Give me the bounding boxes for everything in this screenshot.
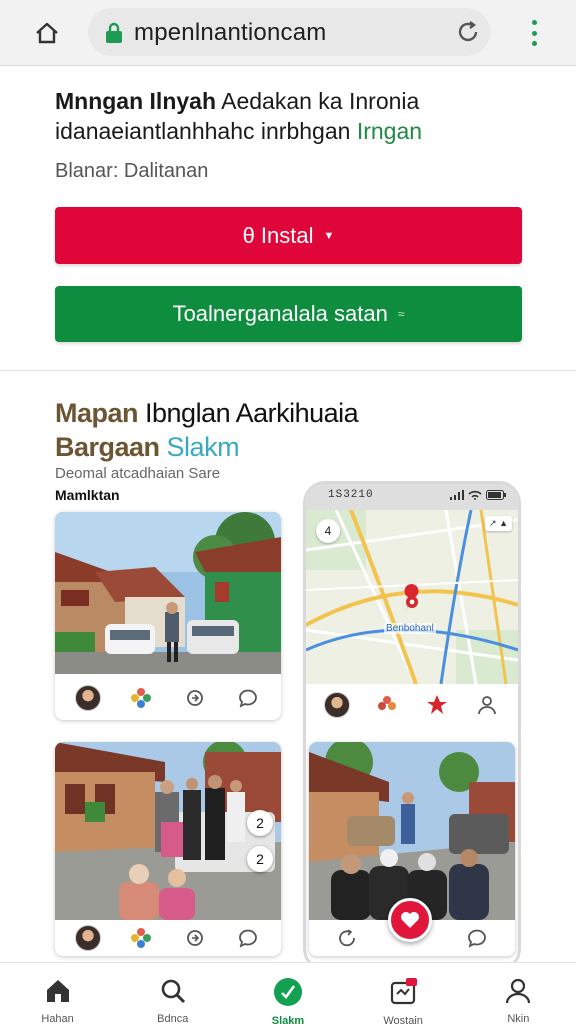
heart-icon [401, 912, 419, 928]
comment-icon[interactable] [235, 925, 261, 951]
nav-item-notifications[interactable]: Wostain [358, 963, 448, 1024]
headline-line2: idanaeiantlanhhahc inrbhgan [55, 118, 351, 144]
install-label: Instal [260, 222, 314, 248]
primary-suffix-icon: ≈ [397, 307, 405, 321]
share-icon[interactable] [182, 685, 208, 711]
nav-item-search[interactable]: Bdnca [128, 963, 218, 1024]
headline-text: Aedakan ka Inronia [216, 88, 420, 114]
overflow-menu-icon[interactable] [524, 18, 544, 48]
nav-label: Nkin [507, 1013, 530, 1024]
signal-icon [450, 490, 464, 500]
map-count-badge[interactable]: 4 [316, 519, 340, 543]
map-view[interactable]: 4 ↗ ▲ Benbohanl [306, 510, 518, 684]
nav-label: Bdnca [157, 1013, 189, 1024]
status-icons [450, 490, 506, 500]
street-photo [55, 512, 281, 674]
section-title-part2: Ibnglan Aarkihuaia [138, 398, 359, 428]
wifi-icon [468, 490, 482, 500]
phone-status-bar: 1S3210 [306, 484, 518, 510]
primary-label: Toalnerganalala satan [172, 301, 388, 326]
section-title: Mapan Ibnglan Aarkihuaia Bargaan Slakm [55, 396, 359, 464]
avatar[interactable] [324, 692, 350, 718]
section-title-part4: Slakm [159, 432, 240, 462]
reload-icon[interactable] [454, 18, 482, 46]
home-icon[interactable] [30, 16, 64, 50]
comment-icon[interactable] [464, 925, 490, 951]
browser-toolbar: mpenlnantioncam [0, 0, 576, 66]
section-divider [0, 370, 576, 371]
notification-icon [388, 977, 418, 1007]
home-icon [43, 977, 73, 1005]
address-bar[interactable]: mpenlnantioncam [88, 8, 490, 56]
refresh-icon[interactable] [334, 925, 360, 951]
section-title-part1: Mapan [55, 398, 139, 428]
comment-icon[interactable] [235, 685, 261, 711]
url-text[interactable]: mpenlnantioncam [134, 19, 326, 47]
page-headline: Mnngan Ilnyah Aedakan ka Inronia idanaei… [55, 86, 535, 146]
install-button[interactable]: θ Instal ▼ [55, 207, 522, 264]
battery-icon [486, 490, 506, 500]
photo-card[interactable] [55, 512, 281, 720]
headline-bold: Mnngan Ilnyah [55, 88, 216, 114]
group-photo [309, 742, 515, 920]
map-direction-pill[interactable]: ↗ ▲ [485, 516, 512, 531]
phone-time: 1S3210 [328, 489, 374, 501]
phone-actions [306, 684, 518, 726]
headline-green: Irngan [356, 118, 423, 144]
like-button[interactable] [388, 898, 432, 942]
nav-item-home[interactable]: Hahan [13, 963, 103, 1024]
leaf-icon[interactable] [424, 692, 450, 718]
group-photo [55, 742, 281, 920]
card-actions [55, 920, 281, 956]
section-title-part3: Bargaan [55, 432, 160, 462]
nav-label: Wostain [383, 1015, 423, 1024]
count-badge[interactable]: 2 [247, 846, 273, 872]
map-place-label: Benbohanl [384, 623, 436, 634]
search-icon [158, 977, 188, 1005]
photo-card[interactable]: 2 2 [55, 742, 281, 956]
avatar[interactable] [74, 925, 101, 951]
share-icon[interactable] [182, 925, 208, 951]
flower-icon[interactable] [128, 925, 154, 951]
profile-icon [503, 977, 533, 1005]
flower-icon[interactable] [374, 692, 400, 718]
nav-label: Hahan [41, 1013, 74, 1024]
page-subline: Blanar: Dalitanan [55, 160, 209, 182]
chevron-down-icon: ▼ [323, 229, 335, 242]
section-label: Mamlktan [55, 487, 120, 503]
count-badge[interactable]: 2 [247, 810, 273, 836]
profile-icon[interactable] [474, 692, 500, 718]
nav-label: Slakm [271, 1015, 305, 1024]
flower-icon[interactable] [128, 685, 154, 711]
card-actions [55, 676, 281, 720]
section-description: Deomal atcadhaian Sare [55, 465, 221, 482]
bottom-navigation: Hahan Bdnca Slakm Wostain Nkin [0, 962, 576, 1024]
check-icon [273, 977, 303, 1007]
avatar[interactable] [74, 685, 101, 711]
nav-item-slakm[interactable]: Slakm [243, 963, 333, 1024]
primary-action-button[interactable]: Toalnerganalala satan ≈ [55, 286, 522, 342]
lock-icon [104, 22, 124, 44]
install-icon: θ [242, 222, 255, 248]
nav-item-profile[interactable]: Nkin [473, 963, 563, 1024]
